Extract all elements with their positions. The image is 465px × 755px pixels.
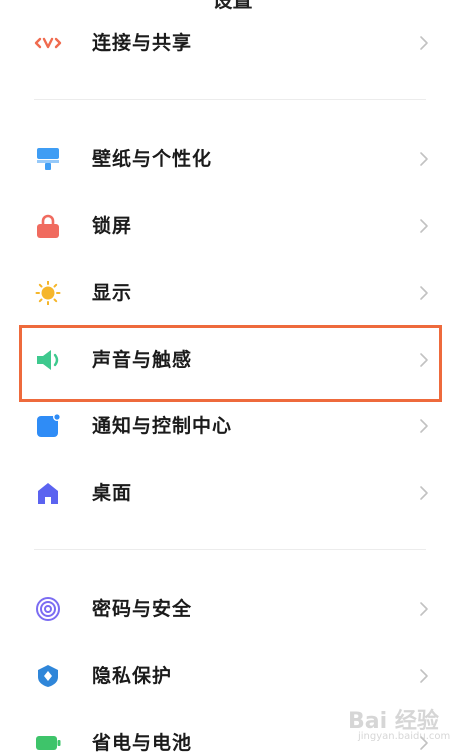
settings-item-label: 显示 bbox=[92, 282, 133, 304]
chevron-right-icon bbox=[420, 286, 428, 300]
battery-icon bbox=[36, 736, 61, 750]
settings-item-label: 通知与控制中心 bbox=[92, 415, 233, 437]
settings-item-label: 壁纸与个性化 bbox=[92, 148, 213, 170]
settings-item-label: 锁屏 bbox=[92, 215, 133, 237]
wallpaper-brush-icon bbox=[37, 148, 59, 170]
settings-item-notification-control[interactable]: 通知与控制中心 bbox=[0, 393, 465, 459]
settings-item-password-security[interactable]: 密码与安全 bbox=[0, 576, 465, 642]
settings-item-wallpaper[interactable]: 壁纸与个性化 bbox=[0, 126, 465, 192]
settings-item-label: 省电与电池 bbox=[92, 732, 193, 754]
settings-item-display[interactable]: 显示 bbox=[0, 260, 465, 326]
settings-item-label: 桌面 bbox=[92, 482, 133, 504]
section-divider bbox=[34, 549, 426, 550]
privacy-shield-icon bbox=[38, 665, 58, 687]
chevron-right-icon bbox=[420, 152, 428, 166]
home-icon bbox=[38, 483, 58, 504]
chevron-right-icon bbox=[420, 602, 428, 616]
chevron-right-icon bbox=[420, 36, 428, 50]
chevron-right-icon bbox=[420, 219, 428, 233]
sun-icon bbox=[35, 281, 61, 305]
fingerprint-icon bbox=[36, 597, 60, 621]
settings-item-label: 隐私保护 bbox=[92, 665, 173, 687]
chevron-right-icon bbox=[420, 486, 428, 500]
section-divider bbox=[34, 99, 426, 100]
lock-icon bbox=[37, 214, 59, 238]
watermark: Bai 经验 jingyan.baidu.com bbox=[348, 697, 462, 751]
highlight-box bbox=[19, 325, 442, 402]
settings-item-home-screen[interactable]: 桌面 bbox=[0, 460, 465, 526]
chevron-right-icon bbox=[420, 669, 428, 683]
notification-icon bbox=[37, 414, 61, 437]
settings-item-label: 连接与共享 bbox=[92, 32, 193, 54]
chevron-right-icon bbox=[420, 419, 428, 433]
settings-item-connection-share[interactable]: 连接与共享 bbox=[0, 10, 465, 76]
settings-screen: 设置 连接与共享 壁纸与个性化 锁屏 显示 声音与触感 通知与控制中心 桌面 密… bbox=[0, 0, 465, 755]
settings-item-lock-screen[interactable]: 锁屏 bbox=[0, 193, 465, 259]
connection-share-icon bbox=[34, 37, 62, 49]
settings-item-label: 密码与安全 bbox=[92, 598, 193, 620]
watermark-subtext: jingyan.baidu.com bbox=[358, 731, 451, 742]
